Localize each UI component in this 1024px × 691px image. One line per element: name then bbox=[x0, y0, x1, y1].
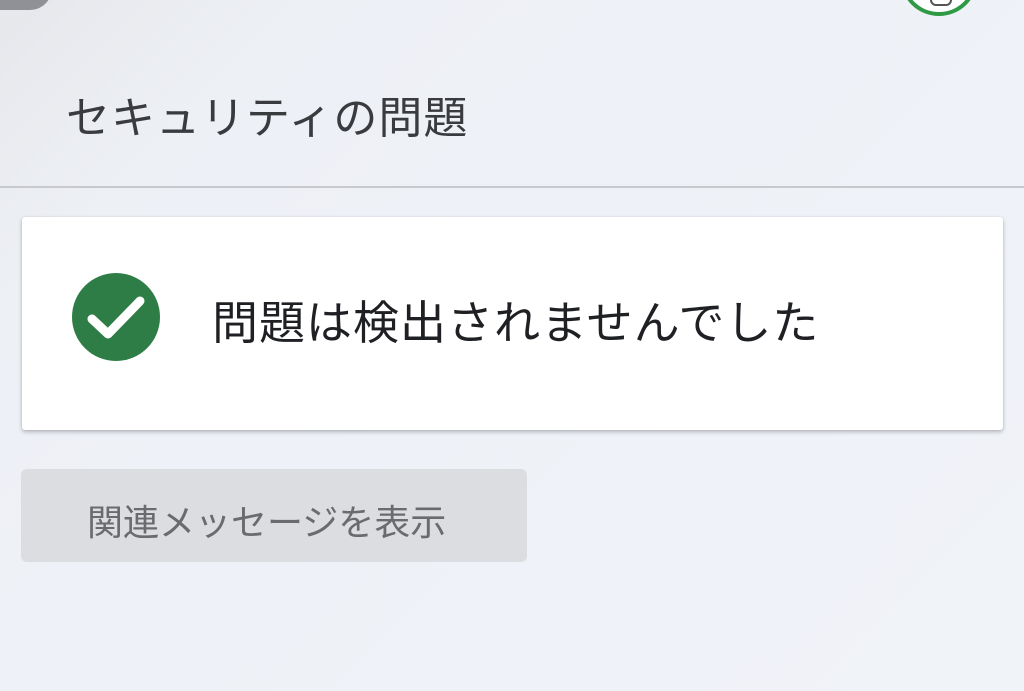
page-title: セキュリティの問題 bbox=[66, 93, 469, 144]
security-issues-page: セキュリティの問題 問題は検出されませんでした 関連メッセージを表示 bbox=[0, 0, 1024, 691]
security-result-card: 問題は検出されませんでした bbox=[22, 217, 1003, 430]
view-related-messages-label: 関連メッセージを表示 bbox=[87, 503, 447, 544]
header-divider bbox=[0, 186, 1024, 188]
back-button-edge[interactable] bbox=[0, 0, 52, 10]
result-message: 問題は検出されませんでした bbox=[212, 296, 820, 350]
account-avatar[interactable] bbox=[900, 0, 978, 16]
check-circle-icon bbox=[72, 273, 160, 361]
view-related-messages-button[interactable]: 関連メッセージを表示 bbox=[21, 469, 527, 562]
